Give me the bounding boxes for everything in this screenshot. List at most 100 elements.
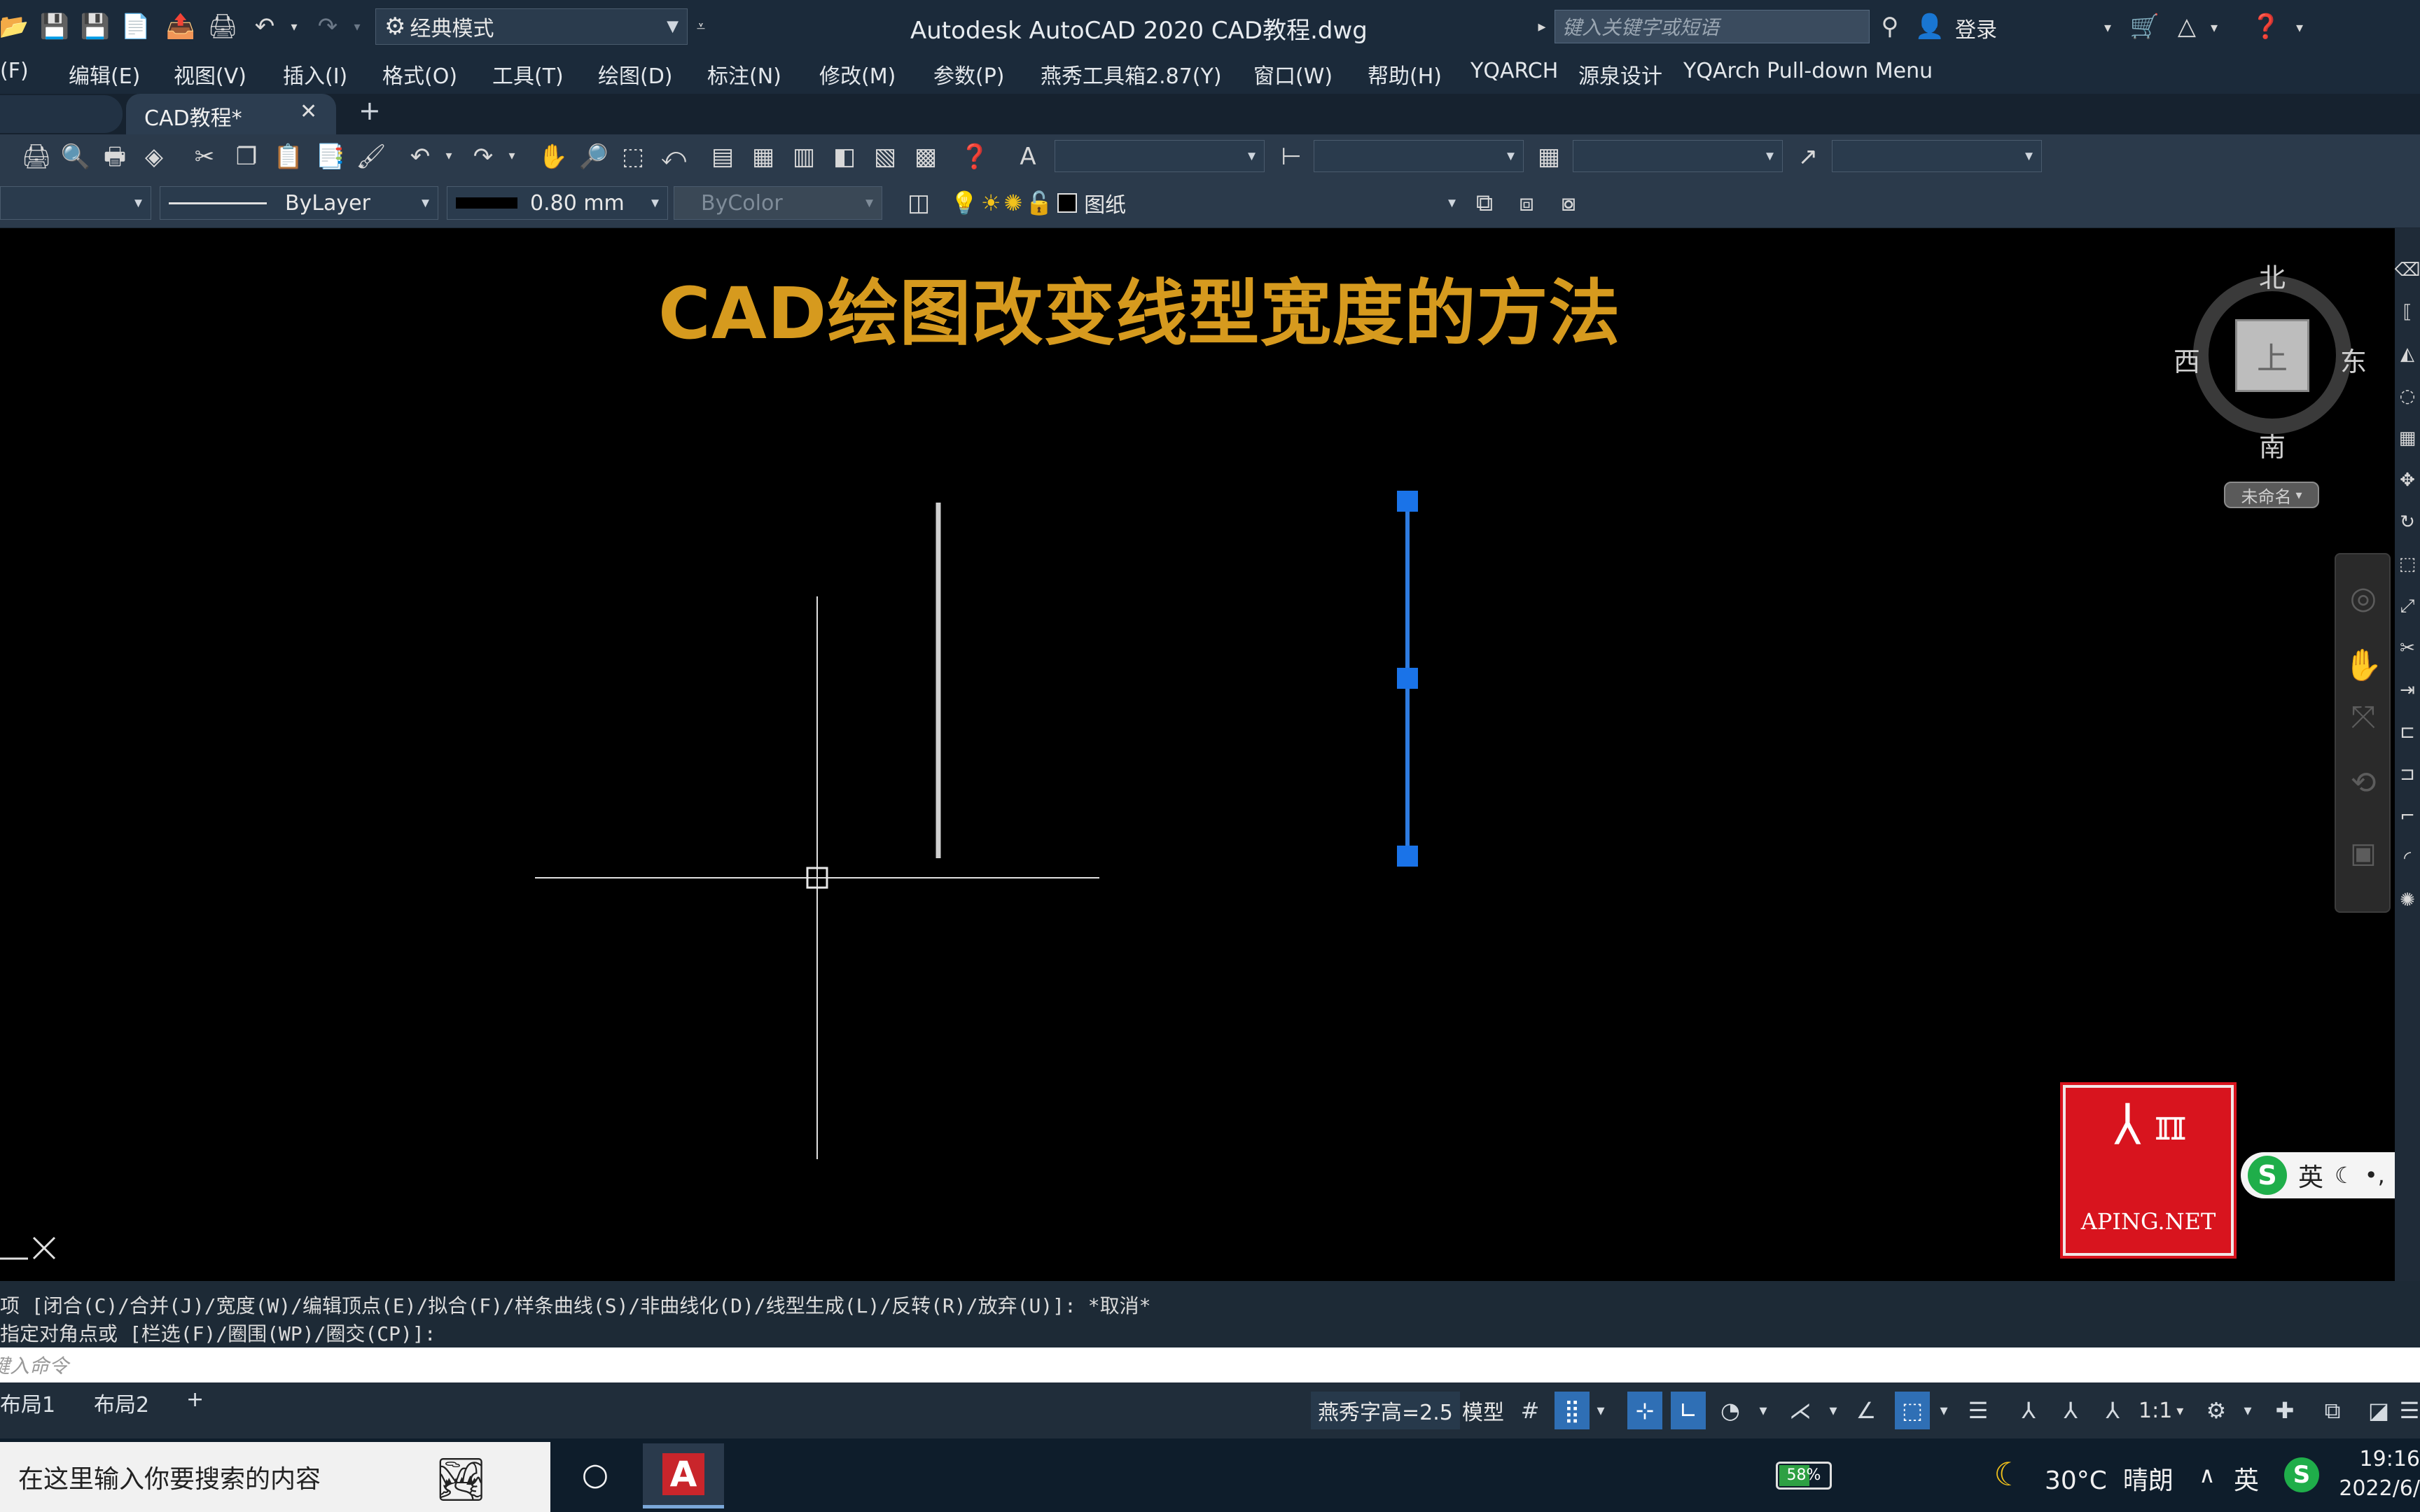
layer-previous-icon[interactable]: ⧈ bbox=[1510, 188, 1543, 218]
hardware-acceleration-icon[interactable]: ◪ bbox=[2361, 1392, 2396, 1429]
menu-tools[interactable]: 工具(T) bbox=[492, 59, 564, 90]
linetype-select[interactable]: ByLayer ▾ bbox=[160, 186, 438, 220]
help-dropdown-icon[interactable]: ▾ bbox=[2291, 15, 2308, 39]
text-style-icon[interactable]: A bbox=[1013, 141, 1043, 172]
login-dropdown-icon[interactable]: ▾ bbox=[2099, 15, 2116, 39]
show-hidden-icons-icon[interactable]: ∧ bbox=[2192, 1456, 2223, 1494]
calculator-icon[interactable]: ▩ bbox=[910, 141, 941, 172]
annotation-monitor-icon[interactable]: ✚ bbox=[2267, 1392, 2302, 1429]
zoom-realtime-icon[interactable]: 🔎 bbox=[578, 141, 609, 172]
zoom-window-icon[interactable]: ⬚ bbox=[618, 141, 648, 172]
menu-yqarch[interactable]: YQARCH bbox=[1470, 59, 1558, 83]
autodesk-app-icon[interactable]: △ bbox=[2171, 11, 2203, 42]
print-icon[interactable]: 🖨 bbox=[207, 11, 238, 42]
dim-style-select[interactable]: ▾ bbox=[1314, 140, 1524, 172]
mirror-icon[interactable]: ◭ bbox=[2395, 340, 2420, 368]
binoculars-icon[interactable]: ⚲ bbox=[1874, 11, 1906, 42]
menu-dimension[interactable]: 标注(N) bbox=[707, 59, 781, 90]
polar-dropdown-icon[interactable]: ▾ bbox=[1753, 1392, 1773, 1429]
drawing-canvas[interactable]: CAD绘图改变线型宽度的方法 上 北 南 西 东 未命名 ▾ ◎ ✋ ⤧ ⟲ ▣… bbox=[0, 228, 2395, 1281]
battery-indicator[interactable]: 58% bbox=[1776, 1462, 1832, 1490]
undo-icon[interactable]: ↶ bbox=[249, 11, 280, 42]
workspace-switcher[interactable]: ⚙ 经典模式 ▼ bbox=[375, 8, 688, 45]
command-input[interactable]: 键入命令 bbox=[0, 1348, 2420, 1382]
add-tab-icon[interactable]: + bbox=[359, 95, 381, 126]
menu-yuanquan[interactable]: 源泉设计 bbox=[1578, 59, 1662, 90]
taskbar-ime-lang[interactable]: 英 bbox=[2234, 1460, 2259, 1497]
auto-scale-icon[interactable]: ⅄ bbox=[2095, 1392, 2130, 1429]
menu-insert[interactable]: 插入(I) bbox=[283, 59, 347, 90]
menu-edit[interactable]: 编辑(E) bbox=[69, 59, 140, 90]
add-layout-icon[interactable]: + bbox=[186, 1387, 204, 1412]
save-as-icon[interactable]: 💾 bbox=[80, 11, 111, 42]
annotation-scale-select[interactable]: 1:1 ▾ bbox=[2139, 1392, 2183, 1429]
offset-icon[interactable]: ◌ bbox=[2395, 382, 2420, 410]
zoom-previous-icon[interactable]: ⤺ bbox=[658, 141, 689, 172]
copy-icon[interactable]: ❐ bbox=[231, 141, 262, 172]
clock[interactable]: 19:16 2022/6/ bbox=[2339, 1445, 2420, 1504]
design-center-icon[interactable]: ▦ bbox=[748, 141, 779, 172]
layer-states-icon[interactable]: ⧇ bbox=[1552, 188, 1585, 218]
app-dropdown-icon[interactable]: ▾ bbox=[2206, 15, 2223, 39]
explode-icon[interactable]: ✺ bbox=[2395, 886, 2420, 914]
compass-north[interactable]: 北 bbox=[2259, 256, 2286, 295]
menu-yanxiu-toolbox[interactable]: 燕秀工具箱2.87(Y) bbox=[1041, 59, 1222, 90]
ime-floating-bar[interactable]: S 英 ☾ •, bbox=[2241, 1152, 2395, 1198]
copy-object-icon[interactable]: ⟦ bbox=[2395, 298, 2420, 326]
redo-dropdown-icon[interactable]: ▾ bbox=[504, 144, 520, 168]
workspace-gear-icon[interactable]: ⚙ bbox=[2199, 1392, 2234, 1429]
pan-icon[interactable]: ✋ bbox=[2344, 647, 2383, 685]
cart-icon[interactable]: 🛒 bbox=[2129, 11, 2161, 42]
menu-parametric[interactable]: 参数(P) bbox=[933, 59, 1005, 90]
extend-icon[interactable]: ⇥ bbox=[2395, 676, 2420, 704]
menu-window[interactable]: 窗口(W) bbox=[1253, 59, 1333, 90]
menu-format[interactable]: 格式(O) bbox=[382, 59, 457, 90]
annotation-scale-icon[interactable]: ⅄ bbox=[2011, 1392, 2046, 1429]
sogou-tray-icon[interactable]: S bbox=[2284, 1457, 2319, 1492]
grid-icon[interactable]: # bbox=[1512, 1392, 1548, 1429]
zoom-extents-icon[interactable]: ⤧ bbox=[2344, 699, 2382, 736]
layer-select[interactable]: 💡 ☀ ✺ 🔓 图纸 ▾ bbox=[941, 186, 1465, 220]
paste-special-icon[interactable]: 📑 bbox=[315, 141, 346, 172]
tab-cad-tutorial[interactable]: CAD教程* ✕ bbox=[126, 94, 336, 134]
stretch-icon[interactable]: ⤢ bbox=[2395, 592, 2420, 620]
print-preview-icon[interactable]: 🔍 bbox=[60, 141, 91, 172]
isolate-objects-icon[interactable]: ⧉ bbox=[2315, 1392, 2350, 1429]
trim-icon[interactable]: ✂ bbox=[2395, 634, 2420, 662]
pan-icon[interactable]: ✋ bbox=[538, 141, 569, 172]
text-height-indicator[interactable]: 燕秀字高=2.5 bbox=[1311, 1392, 1460, 1429]
publish-icon[interactable]: 📄 bbox=[120, 11, 151, 42]
multileader-style-icon[interactable]: ↗ bbox=[1793, 141, 1823, 172]
layer-properties-icon[interactable]: ◫ bbox=[902, 188, 936, 218]
viewcube-top-face[interactable]: 上 bbox=[2235, 319, 2309, 392]
chamfer-icon[interactable]: ⌐ bbox=[2395, 802, 2420, 830]
customize-status-icon[interactable]: ☰ bbox=[2399, 1392, 2420, 1429]
polar-tracking-icon[interactable]: ◔ bbox=[1713, 1392, 1748, 1429]
tool-palettes-icon[interactable]: ▥ bbox=[788, 141, 819, 172]
print-icon[interactable]: 🖨 bbox=[21, 141, 52, 172]
search-expand-icon[interactable]: ▸ bbox=[1534, 15, 1550, 39]
object-snap-icon[interactable]: ⬚ bbox=[1895, 1392, 1930, 1429]
compass-south[interactable]: 南 bbox=[2259, 426, 2286, 464]
isodraft-icon[interactable]: ⋌ bbox=[1783, 1392, 1818, 1429]
rotate-icon[interactable]: ↻ bbox=[2395, 508, 2420, 536]
color-control-select[interactable]: ▾ bbox=[0, 186, 151, 220]
tab-start[interactable] bbox=[0, 95, 123, 133]
annotation-visibility-icon[interactable]: ⅄ bbox=[2053, 1392, 2088, 1429]
paste-icon[interactable]: 📋 bbox=[273, 141, 304, 172]
layout-tab-2[interactable]: 布局2 bbox=[94, 1387, 149, 1418]
move-icon[interactable]: ✥ bbox=[2395, 466, 2420, 494]
help-icon[interactable]: ❓ bbox=[959, 141, 990, 172]
match-properties-icon[interactable]: 🖌 bbox=[356, 141, 387, 172]
workspace-dropdown-icon[interactable]: ▾ bbox=[2238, 1392, 2258, 1429]
lineweight-display-icon[interactable]: ☰ bbox=[1961, 1392, 1996, 1429]
fillet-icon[interactable]: ◜ bbox=[2395, 844, 2420, 872]
menu-help[interactable]: 帮助(H) bbox=[1368, 59, 1442, 90]
viewcube[interactable]: 上 北 南 西 东 bbox=[2174, 262, 2367, 463]
export-icon[interactable]: 📤 bbox=[165, 11, 196, 42]
redo-dropdown-icon[interactable]: ▾ bbox=[350, 15, 364, 39]
plot-icon[interactable]: 🖶 bbox=[99, 141, 130, 172]
redo-icon[interactable]: ↷ bbox=[468, 141, 499, 172]
layout-tab-1[interactable]: 布局1 bbox=[0, 1387, 55, 1418]
login-link[interactable]: 登录 bbox=[1955, 13, 1997, 43]
